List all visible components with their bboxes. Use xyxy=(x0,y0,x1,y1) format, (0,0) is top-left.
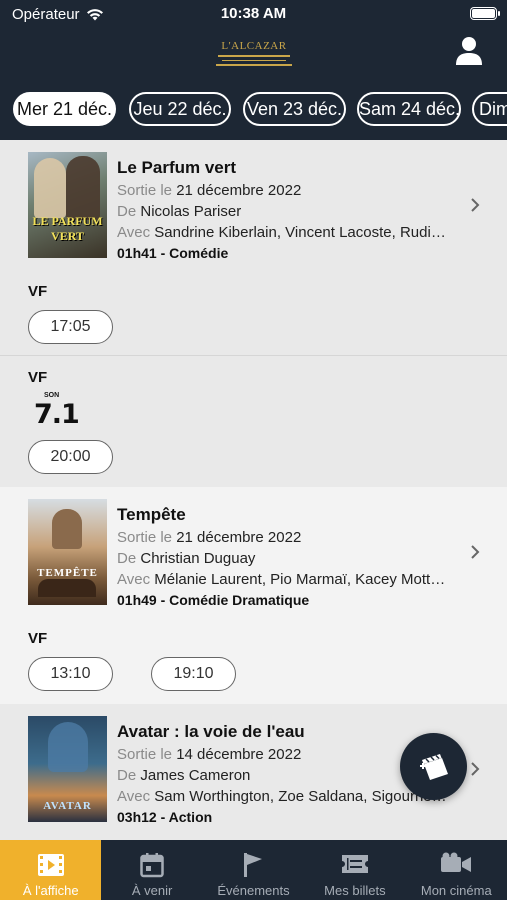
film-icon xyxy=(37,854,64,876)
movie-poster[interactable]: TEMPÊTE xyxy=(28,499,107,605)
date-selector: Mer 21 déc. Jeu 22 déc. Ven 23 déc. Sam … xyxy=(0,92,507,128)
duration-genre: 03h12 - Action xyxy=(117,809,213,825)
movie-info[interactable]: Le Parfum vert Sortie le 21 décembre 202… xyxy=(117,158,452,266)
tab-label: À l'affiche xyxy=(22,883,79,898)
showtime-button[interactable]: 17:05 xyxy=(28,310,113,344)
movie-title: Le Parfum vert xyxy=(117,158,237,177)
sound-7-1-icon: SON 7.1 xyxy=(34,392,80,430)
cast: Avec Sam Worthington, Zoe Saldana, Sigou… xyxy=(117,788,452,805)
camera-icon xyxy=(441,852,472,872)
tab-label: À venir xyxy=(131,883,173,898)
movie-poster[interactable]: LE PARFUM VERT xyxy=(28,152,107,258)
chevron-right-icon[interactable] xyxy=(469,197,481,213)
release-date: Sortie le 21 décembre 2022 xyxy=(117,529,302,546)
tab-my-cinema[interactable]: Mon cinéma xyxy=(406,840,507,900)
tab-my-tickets[interactable]: Mes billets xyxy=(304,840,405,900)
bottom-tab-bar: À l'affiche À venir Événements Mes bille… xyxy=(0,840,507,900)
poster-title: AVATAR xyxy=(43,800,92,812)
clapperboard-icon xyxy=(420,754,448,780)
movie-card: TEMPÊTE Tempête Sortie le 21 décembre 20… xyxy=(0,487,507,704)
poster-title: LE PARFUM VERT xyxy=(32,214,103,243)
duration-genre: 01h49 - Comédie Dramatique xyxy=(117,592,310,608)
tab-label: Mon cinéma xyxy=(420,883,492,898)
tab-upcoming[interactable]: À venir xyxy=(101,840,202,900)
status-bar: Opérateur 10:38 AM xyxy=(0,0,507,30)
tab-label: Événements xyxy=(217,883,290,898)
calendar-icon xyxy=(140,853,164,878)
movie-card: LE PARFUM VERT Le Parfum vert Sortie le … xyxy=(0,140,507,487)
version-label: VF xyxy=(28,369,48,386)
showtime-button[interactable]: 19:10 xyxy=(151,657,236,691)
director: De Nicolas Pariser xyxy=(117,203,242,220)
movie-poster[interactable]: AVATAR xyxy=(28,716,107,822)
date-tab-2[interactable]: Ven 23 déc. xyxy=(243,92,346,126)
ticket-icon xyxy=(341,855,368,873)
app-header: L'ALCAZAR xyxy=(0,30,507,85)
movie-title: Tempête xyxy=(117,505,186,524)
showtime-button[interactable]: 13:10 xyxy=(28,657,113,691)
divider xyxy=(0,355,507,356)
duration-genre: 01h41 - Comédie xyxy=(117,245,229,261)
chevron-right-icon[interactable] xyxy=(469,761,481,777)
showtime-button[interactable]: 20:00 xyxy=(28,440,113,474)
chevron-right-icon[interactable] xyxy=(469,544,481,560)
tab-label: Mes billets xyxy=(324,883,386,898)
director: De Christian Duguay xyxy=(117,550,256,567)
battery-icon xyxy=(470,7,500,20)
clock: 10:38 AM xyxy=(220,5,287,22)
movie-info[interactable]: Tempête Sortie le 21 décembre 2022 De Ch… xyxy=(117,505,452,613)
flag-icon xyxy=(244,853,263,877)
date-tab-1[interactable]: Jeu 22 déc. xyxy=(129,92,231,126)
logo-text: L'ALCAZAR xyxy=(221,40,287,52)
cast: Avec Sandrine Kiberlain, Vincent Lacoste… xyxy=(117,224,452,241)
version-label: VF xyxy=(28,283,48,300)
quick-booking-button[interactable] xyxy=(400,733,467,800)
cast: Avec Mélanie Laurent, Pio Marmaï, Kacey … xyxy=(117,571,452,588)
tab-events[interactable]: Événements xyxy=(203,840,304,900)
date-tab-0[interactable]: Mer 21 déc. xyxy=(13,92,116,126)
version-label: VF xyxy=(28,630,48,647)
poster-title: TEMPÊTE xyxy=(37,567,98,579)
date-tab-3[interactable]: Sam 24 déc. xyxy=(357,92,461,126)
cinema-logo[interactable]: L'ALCAZAR xyxy=(216,38,292,68)
movie-title: Avatar : la voie de l'eau xyxy=(117,722,305,741)
release-date: Sortie le 21 décembre 2022 xyxy=(117,182,302,199)
date-tab-4[interactable]: Dim 25 déc. xyxy=(472,92,507,126)
profile-icon[interactable] xyxy=(455,36,483,66)
tab-now-showing[interactable]: À l'affiche xyxy=(0,840,102,900)
